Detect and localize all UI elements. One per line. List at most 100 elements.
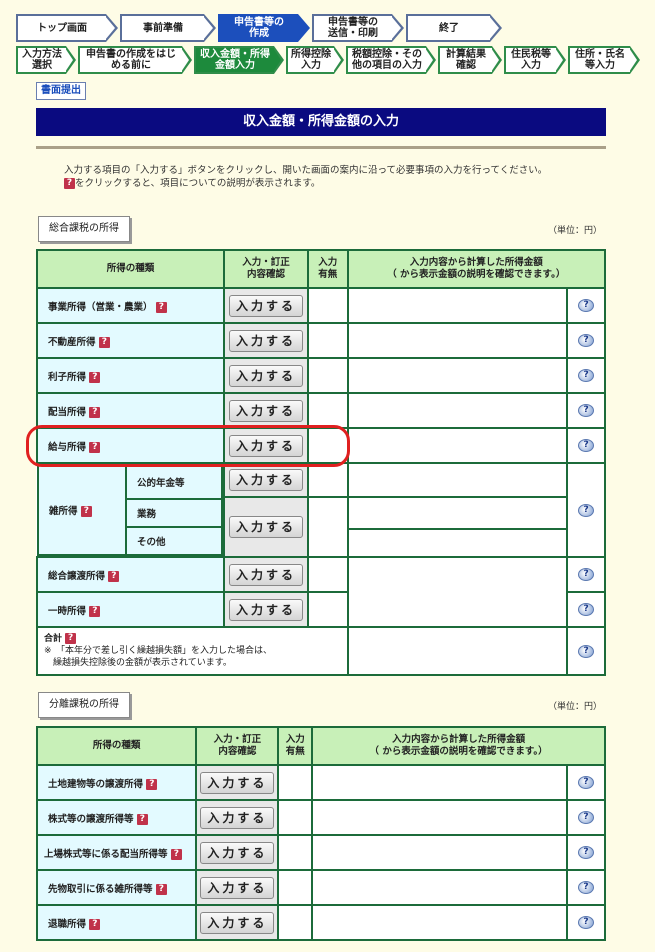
help-question-icon[interactable]: ? <box>108 570 120 582</box>
row-realestate: 不動産所得 ? <box>36 322 225 359</box>
amount-cell <box>311 834 569 871</box>
help-question-icon[interactable]: ? <box>89 406 101 418</box>
row-label: 退職所得 <box>48 918 87 930</box>
input-button[interactable]: 入力する <box>200 911 275 934</box>
substep-label: 住民税等 入力 <box>511 49 551 71</box>
input-button[interactable]: 入力する <box>228 294 303 317</box>
substep-label: 申告書の作成をはじ める前に <box>86 49 176 71</box>
amount-cell <box>346 462 569 498</box>
help-question-icon[interactable]: ? <box>146 778 158 790</box>
help-bubble-icon[interactable]: ? <box>578 603 595 616</box>
help-cell: ? <box>566 392 606 429</box>
help-bubble-icon[interactable]: ? <box>578 846 595 859</box>
unit-label: （単位：円） <box>548 226 603 236</box>
input-button[interactable]: 入力する <box>228 563 303 586</box>
row-label: 先物取引に係る雑所得等 <box>48 883 153 895</box>
paper-submit-button[interactable]: 書面提出 <box>36 82 86 100</box>
help-cell: ? <box>566 322 606 359</box>
input-button[interactable]: 入力する <box>228 598 303 621</box>
flag-cell <box>277 904 314 941</box>
header-flag: 入力 有無 <box>306 249 349 289</box>
step-prep[interactable]: 事前準備 <box>120 14 216 42</box>
row-temporary: 一時所得 ? <box>36 591 225 628</box>
row-interest: 利子所得 ? <box>36 357 225 394</box>
section-separate-title: 分離課税の所得 <box>38 692 130 718</box>
row-listed-dividend: 上場株式等に係る配当所得等 ? <box>35 834 198 871</box>
btn-cell: 入力する <box>223 556 309 593</box>
help-cell: ? <box>566 764 606 801</box>
desc-line-2-wrap: ? をクリックすると、項目についての説明が表示されます。 <box>64 177 547 190</box>
flag-cell <box>306 462 349 498</box>
help-bubble-icon[interactable]: ? <box>578 776 595 789</box>
substep-result[interactable]: 計算結果 確認 <box>438 46 502 74</box>
substep-method[interactable]: 入力方法 選択 <box>16 46 76 74</box>
input-button[interactable]: 入力する <box>228 399 303 422</box>
step-label: 終了 <box>439 22 459 34</box>
row-label: 上場株式等に係る配当所得等 <box>44 848 168 860</box>
step-create[interactable]: 申告書等の 作成 <box>218 14 310 42</box>
help-question-icon[interactable]: ? <box>65 633 77 644</box>
total-label-wrap: 合計 ? <box>44 633 341 645</box>
btn-cell: 入力する <box>223 357 309 394</box>
substep-label: 計算結果 確認 <box>446 49 486 71</box>
substep-before[interactable]: 申告書の作成をはじ める前に <box>78 46 192 74</box>
help-cell: ? <box>566 626 606 676</box>
help-question-icon[interactable]: ? <box>170 848 182 860</box>
help-bubble-icon[interactable]: ? <box>578 568 595 581</box>
flag-cell <box>277 764 314 801</box>
help-question-icon[interactable]: ? <box>155 883 167 895</box>
help-cell: ? <box>566 427 606 464</box>
help-bubble-icon[interactable]: ? <box>578 644 595 658</box>
help-bubble-icon[interactable]: ? <box>578 881 595 894</box>
help-bubble-icon[interactable]: ? <box>578 404 595 417</box>
substep-taxcredit[interactable]: 税額控除・その 他の項目の入力 <box>346 46 436 74</box>
step-top[interactable]: トップ画面 <box>16 14 118 42</box>
step-send[interactable]: 申告書等の 送信・印刷 <box>312 14 404 42</box>
help-question-icon[interactable]: ? <box>89 371 101 383</box>
amount-cell <box>311 799 569 836</box>
input-button[interactable]: 入力する <box>200 841 275 864</box>
help-question-icon: ? <box>64 178 75 189</box>
input-button[interactable]: 入力する <box>228 329 303 352</box>
help-bubble-icon[interactable]: ? <box>578 369 595 382</box>
amount-cell <box>311 904 569 941</box>
help-bubble-icon[interactable]: ? <box>578 334 595 347</box>
help-bubble-icon[interactable]: ? <box>578 299 595 312</box>
input-button[interactable]: 入力する <box>228 364 303 387</box>
misc-subtable: 雑所得 ? 公的年金等 業務 その他 <box>37 464 223 556</box>
input-button[interactable]: 入力する <box>200 771 275 794</box>
desc-line-2: をクリックすると、項目についての説明が表示されます。 <box>75 178 321 189</box>
substep-resident[interactable]: 住民税等 入力 <box>504 46 566 74</box>
help-bubble-icon[interactable]: ? <box>578 439 595 452</box>
help-cell: ? <box>566 287 606 324</box>
header-confirm: 入力・訂正 内容確認 <box>195 726 280 766</box>
help-question-icon[interactable]: ? <box>89 918 101 930</box>
help-question-icon[interactable]: ? <box>98 336 110 348</box>
input-button[interactable]: 入力する <box>200 806 275 829</box>
help-question-icon[interactable]: ? <box>89 605 101 617</box>
help-question-icon[interactable]: ? <box>136 813 148 825</box>
substep-income[interactable]: 収入金額・所得 金額入力 <box>194 46 284 74</box>
btn-cell: 入力する <box>223 287 309 324</box>
input-button[interactable]: 入力する <box>228 516 303 538</box>
help-bubble-icon[interactable]: ? <box>578 811 595 824</box>
help-bubble-icon[interactable]: ? <box>578 916 595 929</box>
btn-cell: 入力する <box>223 322 309 359</box>
misc-pension: 公的年金等 <box>125 464 223 500</box>
help-bubble-icon[interactable]: ? <box>578 503 595 517</box>
substep-deduction[interactable]: 所得控除 入力 <box>286 46 344 74</box>
step-end[interactable]: 終了 <box>406 14 502 42</box>
input-button[interactable]: 入力する <box>228 469 303 491</box>
help-cell: ? <box>566 357 606 394</box>
row-misc: 雑所得 ? 公的年金等 業務 その他 <box>37 463 224 557</box>
help-question-icon[interactable]: ? <box>80 506 92 517</box>
btn-cell: 入力する <box>223 392 309 429</box>
input-button[interactable]: 入力する <box>200 876 275 899</box>
row-label: 一時所得 <box>48 605 87 617</box>
help-question-icon[interactable]: ? <box>155 301 167 313</box>
row-label: 雑所得 <box>49 506 78 517</box>
flag-cell <box>306 556 349 593</box>
substep-address[interactable]: 住所・氏名 等入力 <box>568 46 640 74</box>
header-flag: 入力 有無 <box>277 726 314 766</box>
row-business: 事業所得（営業・農業） ? <box>36 287 225 324</box>
